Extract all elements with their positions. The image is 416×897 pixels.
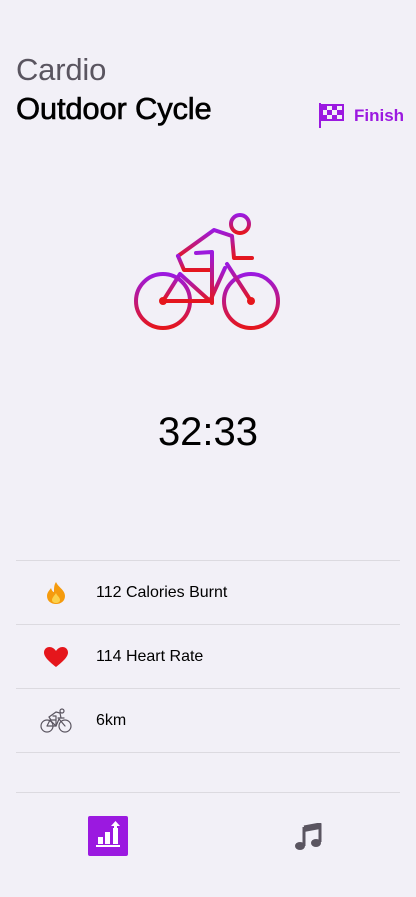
flame-icon	[16, 581, 96, 605]
elapsed-timer: 32:33	[157, 410, 259, 454]
stat-label: 112 Calories Burnt	[96, 583, 228, 601]
music-note-icon	[294, 822, 322, 855]
workout-title: Outdoor Cycle	[16, 91, 212, 127]
bicycle-icon	[16, 707, 96, 734]
stat-row-distance: 6km	[16, 689, 400, 753]
workout-stats-list: 112 Calories Burnt 114 Heart Rate 6km	[16, 560, 400, 753]
cycling-icon	[130, 208, 286, 336]
checkered-flag-icon	[318, 102, 345, 129]
stats-chart-icon	[96, 820, 120, 852]
stat-label: 114 Heart Rate	[96, 647, 204, 665]
heart-icon	[16, 646, 96, 668]
tab-bar	[16, 792, 400, 897]
tab-music[interactable]	[294, 822, 322, 851]
stat-label: 6km	[96, 711, 127, 729]
tab-stats[interactable]	[88, 816, 128, 856]
workout-category: Cardio	[16, 52, 107, 87]
finish-button[interactable]: Finish	[318, 102, 404, 129]
stat-row-heart-rate: 114 Heart Rate	[16, 625, 400, 689]
finish-label: Finish	[354, 105, 405, 125]
stat-row-calories: 112 Calories Burnt	[16, 561, 400, 625]
